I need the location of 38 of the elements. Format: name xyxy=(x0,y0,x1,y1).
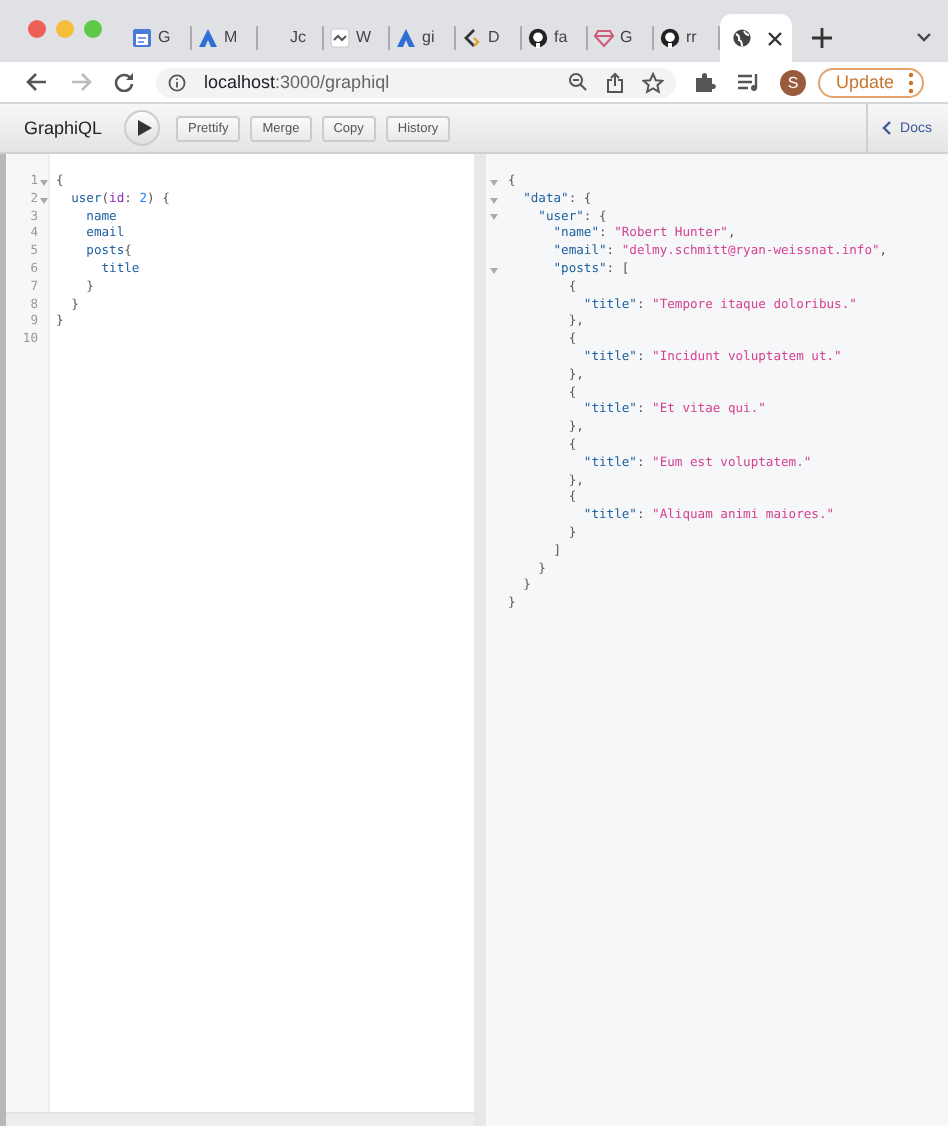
browser-tab[interactable]: Jc xyxy=(258,25,324,49)
browser-tab[interactable] xyxy=(720,14,792,62)
browser-tab[interactable]: G xyxy=(588,25,654,49)
profile-avatar[interactable]: S xyxy=(780,69,806,95)
new-tab-icon[interactable] xyxy=(812,28,832,48)
back-icon[interactable] xyxy=(26,72,48,92)
run-button[interactable] xyxy=(124,110,161,146)
url-text: localhost:3000/graphiql xyxy=(204,72,390,92)
app-title: GraphiQL xyxy=(24,118,103,138)
wave-icon xyxy=(330,27,350,47)
globe-icon xyxy=(732,28,752,48)
gem-icon xyxy=(594,27,614,47)
browser-tab[interactable]: M xyxy=(192,25,258,49)
puzzle-icon[interactable] xyxy=(694,71,716,93)
calendar-icon xyxy=(132,27,152,47)
zoom-icon[interactable] xyxy=(568,72,588,92)
browser-tab[interactable]: gi xyxy=(390,25,456,49)
browser-tab[interactable]: fa xyxy=(522,25,588,49)
chevron-down-icon[interactable] xyxy=(916,32,932,42)
swirl-icon xyxy=(462,27,482,47)
cat-icon xyxy=(528,27,548,47)
browser-tab[interactable]: G xyxy=(126,25,192,49)
close-window-icon[interactable] xyxy=(28,20,46,38)
reload-icon[interactable] xyxy=(114,72,134,92)
close-icon[interactable] xyxy=(768,31,782,45)
star-icon[interactable] xyxy=(642,71,664,93)
more-icon[interactable] xyxy=(908,71,915,93)
address-field[interactable]: localhost:3000/graphiql xyxy=(156,67,676,97)
chevron-left-icon xyxy=(882,120,893,136)
browser-tab[interactable]: D xyxy=(456,25,522,49)
peak-icon xyxy=(396,27,416,47)
share-icon[interactable] xyxy=(606,71,624,93)
peak-icon xyxy=(198,27,218,47)
info-icon[interactable] xyxy=(168,73,186,91)
media-list-icon[interactable] xyxy=(738,72,762,92)
cat-icon xyxy=(660,27,680,47)
browser-tab[interactable]: W xyxy=(324,25,390,49)
play-icon xyxy=(137,120,152,136)
